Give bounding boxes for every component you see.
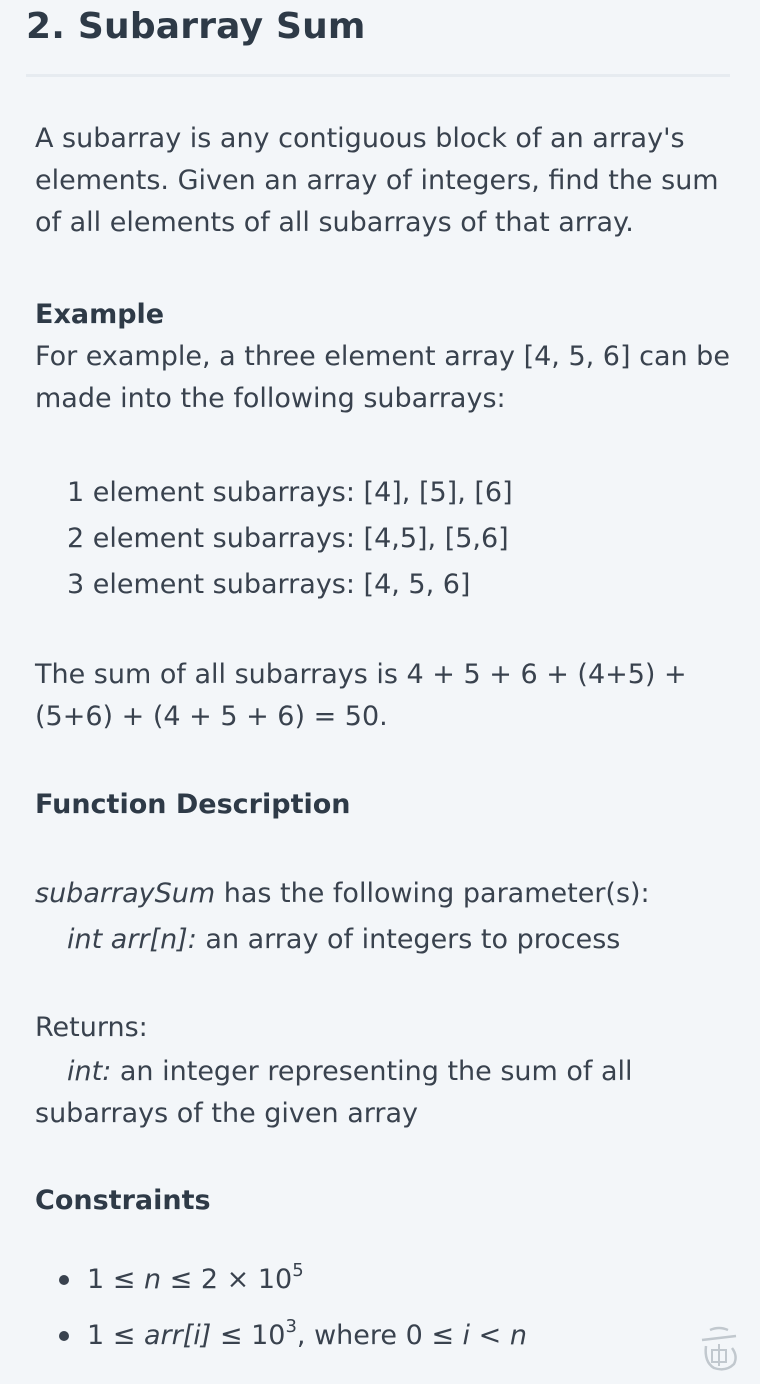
- parameter-description: an array of integers to process: [196, 924, 621, 955]
- constraint-item: 1 ≤ n ≤ 2 × 105: [35, 1252, 735, 1308]
- constraint-variable: n: [509, 1320, 527, 1351]
- constraint-exponent: 3: [285, 1316, 297, 1337]
- constraint-variable: n: [143, 1264, 162, 1295]
- problem-intro: A subarray is any contiguous block of an…: [35, 123, 719, 238]
- function-name: subarraySum: [35, 878, 216, 909]
- subarray-list: 1 element subarrays: [4], [5], [6] 2 ele…: [35, 470, 735, 608]
- example-heading: Example: [35, 299, 165, 330]
- params-intro: has the following parameter(s):: [215, 878, 650, 909]
- parameter-name: int arr[n]:: [67, 924, 197, 955]
- constraint-variable: i: [462, 1320, 471, 1351]
- constraint-text: ≤ 10: [211, 1320, 286, 1351]
- function-signature-line: subarraySum has the following parameter(…: [35, 871, 735, 917]
- page-title: 2. Subarray Sum: [26, 6, 366, 47]
- returns-line: int: an integer representing the sum of …: [35, 1051, 735, 1135]
- returns-label: Returns:: [35, 1012, 148, 1043]
- constraints-list: 1 ≤ n ≤ 2 × 105 1 ≤ arr[i] ≤ 103, where …: [35, 1252, 735, 1364]
- return-description: an integer representing the sum of all s…: [35, 1056, 633, 1129]
- return-type: int:: [67, 1056, 112, 1087]
- watermark-logo-icon: [701, 1326, 737, 1371]
- constraint-text: ≤ 2 × 10: [161, 1264, 293, 1295]
- constraint-exponent: 5: [292, 1260, 304, 1281]
- function-parameters: subarraySum has the following parameter(…: [35, 871, 735, 963]
- returns-section: Returns: int: an integer representing th…: [35, 1007, 735, 1135]
- constraint-item: 1 ≤ arr[i] ≤ 103, where 0 ≤ i < n: [35, 1308, 735, 1364]
- constraint-variable: arr[i]: [143, 1320, 212, 1351]
- bullet-icon: [59, 1331, 69, 1341]
- constraint-text: 1 ≤: [87, 1320, 144, 1351]
- constraint-text: <: [470, 1320, 510, 1351]
- bullet-icon: [59, 1275, 69, 1285]
- function-description-heading: Function Description: [35, 789, 351, 820]
- problem-content: A subarray is any contiguous block of an…: [35, 118, 735, 1364]
- title-divider: [26, 74, 730, 77]
- constraint-text: , where 0 ≤: [296, 1320, 463, 1351]
- subarray-line: 3 element subarrays: [4, 5, 6]: [67, 569, 471, 600]
- constraint-text: 1 ≤: [87, 1264, 144, 1295]
- subarray-line: 2 element subarrays: [4,5], [5,6]: [67, 523, 509, 554]
- constraints-heading: Constraints: [35, 1185, 211, 1216]
- example-text: For example, a three element array [4, 5…: [35, 341, 730, 414]
- parameter-line: int arr[n]: an array of integers to proc…: [35, 917, 735, 963]
- subarray-line: 1 element subarrays: [4], [5], [6]: [67, 477, 513, 508]
- sum-explanation: The sum of all subarrays is 4 + 5 + 6 + …: [35, 659, 687, 732]
